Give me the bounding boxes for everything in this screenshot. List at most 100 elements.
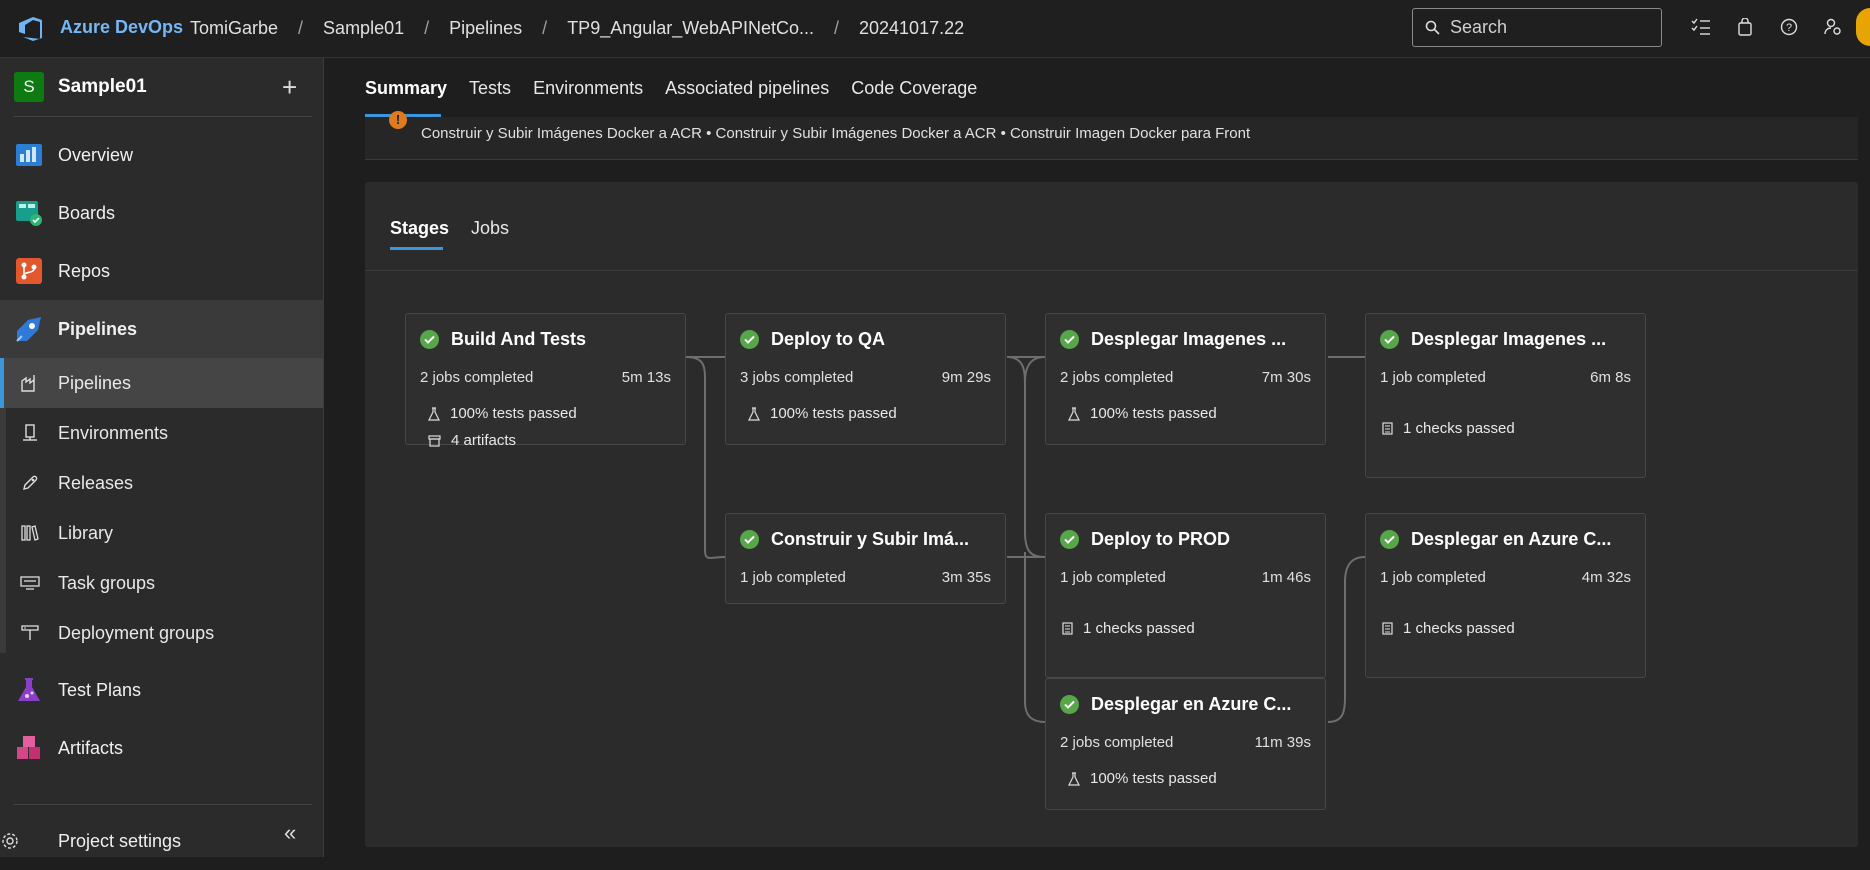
breadcrumb-separator: /: [298, 18, 304, 38]
warning-icon: !: [389, 111, 407, 129]
search-placeholder: Search: [1450, 17, 1508, 37]
pipelines-icon: [16, 317, 41, 342]
checklist-icon: [1382, 622, 1393, 635]
sidebar-item-label: Repos: [58, 260, 111, 281]
stage-header: Desplegar en Azure C...: [1380, 529, 1611, 550]
sidebar-item-label: Test Plans: [58, 679, 142, 700]
breadcrumb-org[interactable]: TomiGarbe: [190, 18, 278, 39]
warning-text: Construir y Subir Imágenes Docker a ACR …: [421, 125, 1251, 142]
task-list-icon[interactable]: [1690, 16, 1712, 38]
stage-card[interactable]: Desplegar en Azure C... 1 job completed …: [1365, 513, 1646, 678]
breadcrumb-pipelines[interactable]: Pipelines: [449, 18, 522, 39]
tab-environments[interactable]: Environments: [533, 78, 643, 99]
success-check-icon: [1060, 330, 1079, 349]
stage-card[interactable]: Deploy to QA 3 jobs completed 9m 29s 100…: [725, 313, 1006, 445]
add-icon[interactable]: +: [282, 72, 297, 103]
test-plans-icon: [18, 678, 40, 701]
collapse-sidebar-icon[interactable]: «: [284, 820, 296, 846]
sidebar-item-artifacts[interactable]: Artifacts: [0, 719, 323, 777]
success-check-icon: [1060, 530, 1079, 549]
stage-card[interactable]: Desplegar Imagenes ... 1 job completed 6…: [1365, 313, 1646, 478]
stage-card[interactable]: Build And Tests 2 jobs completed 5m 13s …: [405, 313, 686, 449]
sidebar-item-boards[interactable]: Boards: [0, 184, 323, 242]
warning-banner: ! Construir y Subir Imágenes Docker a AC…: [365, 111, 1858, 160]
brand-link[interactable]: Azure DevOps: [60, 17, 183, 38]
breadcrumb-project[interactable]: Sample01: [323, 18, 404, 39]
stage-line-text: 100% tests passed: [1090, 770, 1217, 787]
svg-text:?: ?: [1786, 22, 1792, 34]
search-box[interactable]: Search: [1412, 8, 1662, 47]
breadcrumb-pipeline[interactable]: TP9_Angular_WebAPINetCo...: [567, 18, 814, 39]
sidebar-subitem-library[interactable]: Library: [0, 508, 323, 558]
deployment-groups-icon: [21, 625, 39, 640]
project-name: Sample01: [58, 76, 147, 97]
success-check-icon: [1380, 330, 1399, 349]
stage-jobs: 1 job completed: [740, 569, 846, 586]
sidebar-item-test-plans[interactable]: Test Plans: [0, 661, 323, 719]
stage-duration: 9m 29s: [941, 369, 991, 386]
breadcrumb-separator: /: [833, 18, 839, 38]
stage-jobs: 2 jobs completed: [1060, 369, 1174, 386]
stage-name: Build And Tests: [451, 329, 586, 349]
avatar[interactable]: [1856, 8, 1870, 46]
stage-duration: 11m 39s: [1254, 734, 1311, 751]
flask-icon: [428, 406, 440, 421]
stage-header: Desplegar Imagenes ...: [1060, 329, 1286, 350]
success-check-icon: [740, 530, 759, 549]
sidebar-subitem-label: Releases: [58, 472, 134, 493]
stage-line-text: 4 artifacts: [451, 432, 517, 449]
overview-icon: [16, 144, 42, 166]
sidebar-subitem-task-groups[interactable]: Task groups: [0, 558, 323, 608]
stage-artifacts[interactable]: 4 artifacts: [428, 432, 516, 449]
stage-name: Deploy to PROD: [1091, 529, 1231, 549]
sidebar-subitem-deployment-groups[interactable]: Deployment groups: [0, 608, 323, 658]
stage-duration: 5m 13s: [621, 369, 671, 386]
sidebar-item-pipelines[interactable]: Pipelines: [0, 300, 323, 358]
stage-header: Construir y Subir Imá...: [740, 529, 969, 550]
stage-line-text: 1 checks passed: [1403, 620, 1515, 637]
breadcrumb-run[interactable]: 20241017.22: [859, 18, 964, 39]
project-settings-link[interactable]: Project settings: [0, 812, 323, 870]
tab-code-coverage[interactable]: Code Coverage: [851, 78, 977, 99]
stage-duration: 6m 8s: [1590, 369, 1631, 386]
checklist-icon: [1062, 622, 1073, 635]
sidebar-subitem-releases[interactable]: Releases: [0, 458, 323, 508]
tab-summary[interactable]: Summary: [365, 78, 447, 99]
sidebar-item-label: Artifacts: [58, 737, 124, 758]
stage-header: Desplegar en Azure C...: [1060, 694, 1291, 715]
sidebar-subitem-environments[interactable]: Environments: [0, 408, 323, 458]
stage-card[interactable]: Deploy to PROD 1 job completed 1m 46s 1 …: [1045, 513, 1326, 678]
flask-icon: [1068, 406, 1080, 421]
breadcrumb: TomiGarbe / Sample01 / Pipelines / TP9_A…: [190, 18, 964, 39]
sidebar-item-repos[interactable]: Repos: [0, 242, 323, 300]
stage-name: Construir y Subir Imá...: [771, 529, 970, 549]
sidebar: S Sample01 + Overview Boards Repos Pipel…: [0, 58, 324, 857]
shopping-bag-icon[interactable]: [1734, 16, 1756, 38]
tab-associated-pipelines[interactable]: Associated pipelines: [665, 78, 829, 99]
stage-duration: 4m 32s: [1581, 569, 1631, 586]
stage-name: Deploy to QA: [771, 329, 886, 349]
sidebar-item-label: Overview: [58, 144, 134, 165]
stage-jobs: 2 jobs completed: [1060, 734, 1174, 751]
stage-name: Desplegar Imagenes ...: [1091, 329, 1287, 349]
environments-icon: [23, 424, 37, 441]
sidebar-subitem-label: Task groups: [58, 572, 156, 593]
success-check-icon: [1060, 695, 1079, 714]
tab-tests[interactable]: Tests: [469, 78, 511, 99]
stage-card[interactable]: Construir y Subir Imá... 1 job completed…: [725, 513, 1006, 604]
help-icon[interactable]: ?: [1778, 16, 1800, 38]
stage-checks: 1 checks passed: [1382, 420, 1515, 437]
stage-header: Deploy to QA: [740, 329, 885, 350]
task-groups-icon: [20, 576, 40, 590]
stage-name: Desplegar en Azure C...: [1411, 529, 1612, 549]
divider: [14, 804, 312, 805]
user-settings-icon[interactable]: [1822, 16, 1844, 38]
azure-devops-logo-icon[interactable]: [16, 14, 46, 44]
stage-card[interactable]: Desplegar en Azure C... 2 jobs completed…: [1045, 678, 1326, 810]
sidebar-subitem-pipelines[interactable]: Pipelines: [0, 358, 323, 408]
project-badge: S: [14, 72, 44, 102]
project-selector[interactable]: S Sample01: [14, 72, 147, 102]
sidebar-item-overview[interactable]: Overview: [0, 126, 323, 184]
stage-card[interactable]: Desplegar Imagenes ... 2 jobs completed …: [1045, 313, 1326, 445]
stage-tests: 100% tests passed: [428, 405, 577, 422]
